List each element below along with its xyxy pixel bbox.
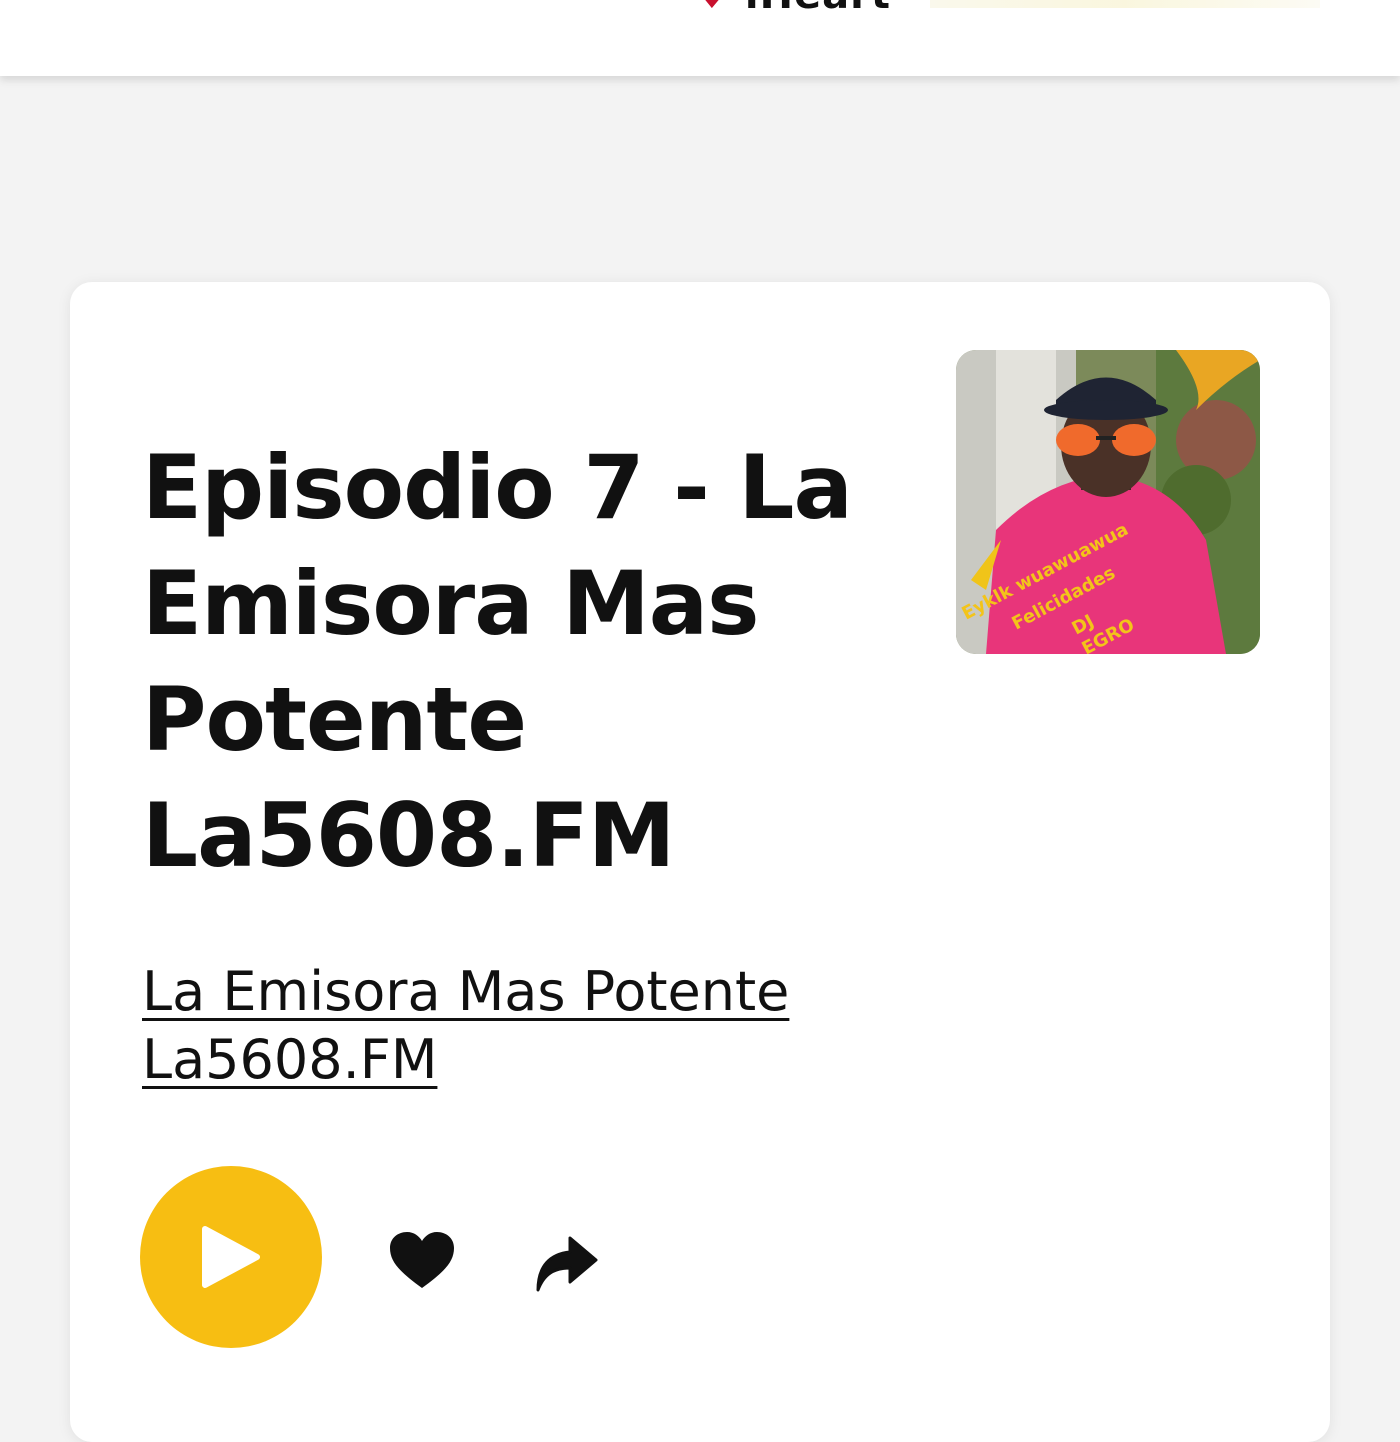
top-bar: ♥ iHeart (0, 0, 1400, 76)
heart-icon (390, 1232, 454, 1288)
iheart-logo[interactable]: ♥ iHeart (694, 0, 891, 18)
header-faded-banner (930, 0, 1320, 8)
show-link[interactable]: La Emisora Mas Potente La5608.FM (142, 958, 902, 1094)
play-icon (202, 1226, 260, 1288)
share-icon (536, 1236, 598, 1292)
share-button[interactable] (534, 1234, 598, 1294)
episode-title: Episodio 7 - La Emisora Mas Potente La56… (142, 436, 853, 887)
play-button[interactable] (140, 1166, 322, 1348)
heart-logo-icon: ♥ (694, 0, 731, 18)
logo-text: iHeart (745, 0, 891, 18)
episode-card: Episodio 7 - La Emisora Mas Potente La56… (70, 282, 1330, 1442)
like-button[interactable] (386, 1228, 458, 1292)
podcast-cover-image: Eyklk wuawuawua Felicidades DJ EGRO (956, 350, 1260, 654)
